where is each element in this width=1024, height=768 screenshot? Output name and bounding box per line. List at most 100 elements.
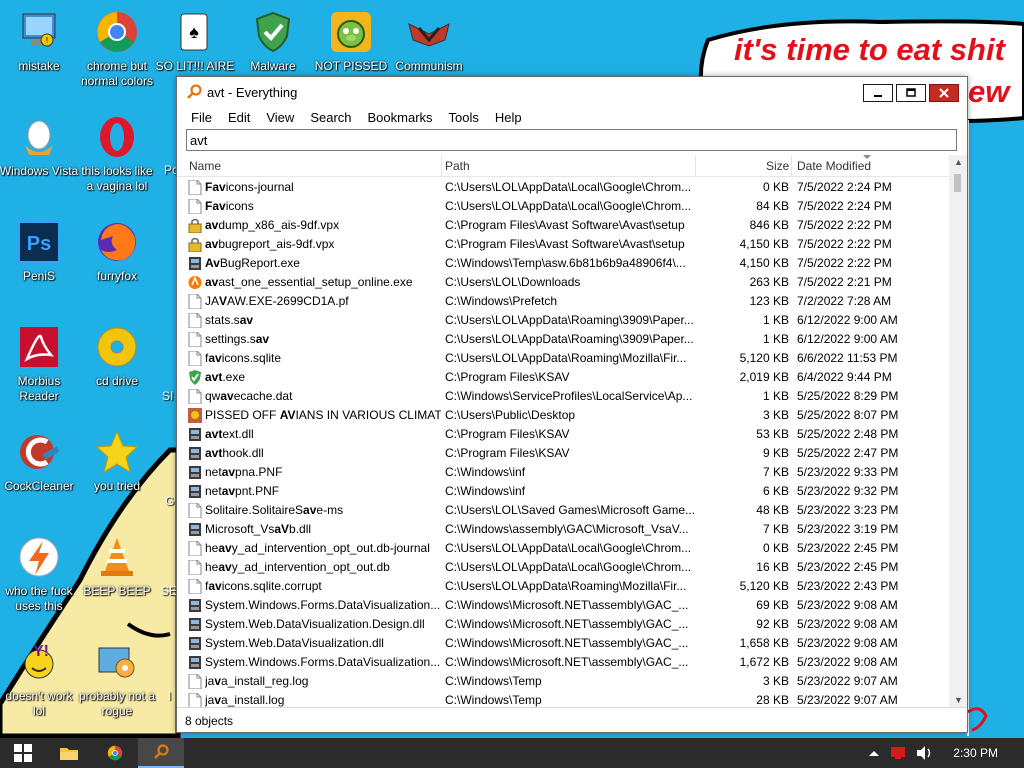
- desktop-icon-windows-vista[interactable]: Windows Vista: [0, 113, 78, 179]
- vertical-scrollbar[interactable]: ▲ ▼: [949, 155, 967, 707]
- taskbar-everything[interactable]: [138, 738, 184, 768]
- winamp-icon: [15, 533, 63, 581]
- desktop-icon-chrome[interactable]: chrome but normal colors: [78, 8, 156, 89]
- volume-icon[interactable]: [917, 746, 933, 760]
- table-row[interactable]: System.Windows.Forms.DataVisualization..…: [177, 596, 947, 615]
- menu-edit[interactable]: Edit: [220, 110, 258, 125]
- desktop-icon-communism[interactable]: Communism: [390, 8, 468, 74]
- firefox-icon: [93, 218, 141, 266]
- table-row[interactable]: JAVAW.EXE-2699CD1A.pf C:\Windows\Prefetch…: [177, 292, 947, 311]
- desktop-icon-furryfox[interactable]: furryfox: [78, 218, 156, 284]
- scroll-thumb[interactable]: [954, 174, 961, 192]
- maximize-button[interactable]: [896, 84, 926, 102]
- row-name: Favicons-journal: [205, 180, 294, 194]
- column-header-date[interactable]: Date Modified: [797, 159, 871, 173]
- menu-view[interactable]: View: [258, 110, 302, 125]
- table-row[interactable]: Favicons C:\Users\LOL\AppData\Local\Googl…: [177, 197, 947, 216]
- doc-file-icon: [188, 502, 202, 519]
- row-date: 5/23/2022 9:07 AM: [797, 693, 898, 707]
- start-button[interactable]: [0, 738, 46, 768]
- table-row[interactable]: AvBugReport.exe C:\Windows\Temp\asw.6b81b…: [177, 254, 947, 273]
- desktop-icon-doesnt-work[interactable]: Y! doesn't work lol: [0, 638, 78, 719]
- title-bar[interactable]: avt - Everything: [177, 77, 967, 107]
- row-name: favicons.sqlite.corrupt: [205, 579, 322, 593]
- menu-bookmarks[interactable]: Bookmarks: [360, 110, 441, 125]
- results-list[interactable]: Name Path Size Date Modified Favicons-jo…: [177, 155, 967, 707]
- row-name: System.Windows.Forms.DataVisualization..…: [205, 655, 441, 669]
- desktop-icon-cockcleaner[interactable]: CockCleaner: [0, 428, 78, 494]
- scroll-down-icon[interactable]: ▼: [954, 695, 963, 705]
- row-path: C:\Program Files\KSAV: [445, 446, 570, 460]
- table-row[interactable]: Favicons-journal C:\Users\LOL\AppData\Loc…: [177, 178, 947, 197]
- row-path: C:\Windows\inf: [445, 484, 526, 498]
- everything-window[interactable]: avt - Everything File Edit View Search B…: [176, 76, 968, 733]
- column-header-path[interactable]: Path: [445, 159, 470, 173]
- lock-file-icon: [188, 218, 202, 234]
- table-row[interactable]: stats.sav C:\Users\LOL\AppData\Roaming\39…: [177, 311, 947, 330]
- table-row[interactable]: netavpna.PNF C:\Windows\inf 7 KB 5/23/2022 …: [177, 463, 947, 482]
- desktop-icon-who-uses-this[interactable]: who the fuck uses this: [0, 533, 78, 614]
- row-name: avthook.dll: [205, 446, 264, 460]
- menu-search[interactable]: Search: [302, 110, 359, 125]
- row-name: heavy_ad_intervention_opt_out.db-journal: [205, 541, 430, 555]
- menu-tools[interactable]: Tools: [441, 110, 487, 125]
- close-icon: [939, 88, 949, 98]
- table-row[interactable]: avt.exe C:\Program Files\KSAV 2,019 KB 6/4/…: [177, 368, 947, 387]
- table-row[interactable]: heavy_ad_intervention_opt_out.db-journal…: [177, 539, 947, 558]
- table-row[interactable]: heavy_ad_intervention_opt_out.db C:\Users…: [177, 558, 947, 577]
- close-button[interactable]: [929, 84, 959, 102]
- doc-file-icon: [188, 198, 202, 215]
- desktop-icon-morbius-reader[interactable]: Morbius Reader: [0, 323, 78, 404]
- column-header-name[interactable]: Name: [189, 159, 221, 173]
- table-row[interactable]: favicons.sqlite.corrupt C:\Users\LOL\AppD…: [177, 577, 947, 596]
- disc-icon: [93, 323, 141, 371]
- row-path: C:\Windows\Microsoft.NET\assembly\GAC_..…: [445, 617, 689, 631]
- table-row[interactable]: avbugreport_ais-9df.vpx C:\Program Files\…: [177, 235, 947, 254]
- taskbar-chrome[interactable]: [92, 738, 138, 768]
- table-row[interactable]: System.Web.DataVisualization.Design.dll C…: [177, 615, 947, 634]
- taskbar-clock[interactable]: 2:30 PM: [953, 746, 998, 760]
- table-row[interactable]: qwavecache.dat C:\Windows\ServiceProfiles…: [177, 387, 947, 406]
- taskbar-explorer[interactable]: [46, 738, 92, 768]
- row-size: 53 KB: [756, 427, 789, 441]
- column-header-size[interactable]: Size: [766, 159, 789, 173]
- desktop-icon-beep-beep[interactable]: BEEP BEEP: [78, 533, 156, 599]
- row-size: 1,672 KB: [739, 655, 789, 669]
- desktop-icon-opera[interactable]: this looks like a vagina lol: [78, 113, 156, 194]
- desktop-icon-probably-not-a-rogue[interactable]: probably not a rogue: [78, 638, 156, 719]
- row-name: Favicons: [205, 199, 254, 213]
- table-row[interactable]: Solitaire.SolitaireSave-ms C:\Users\LOL\S…: [177, 501, 947, 520]
- svg-text:!: !: [46, 36, 48, 45]
- row-path: C:\Program Files\Avast Software\Avast\se…: [445, 237, 685, 251]
- table-row[interactable]: PISSED OFF AVIANS IN VARIOUS CLIMATE... C…: [177, 406, 947, 425]
- table-row[interactable]: settings.sav C:\Users\LOL\AppData\Roaming…: [177, 330, 947, 349]
- table-row[interactable]: java_install_reg.log C:\Windows\Temp 3 KB 5…: [177, 672, 947, 691]
- minimize-button[interactable]: [863, 84, 893, 102]
- desktop-icon-solitaire[interactable]: ♠ SO LIT!!! AIRE: [156, 8, 234, 74]
- scroll-up-icon[interactable]: ▲: [954, 157, 963, 167]
- table-row[interactable]: netavpnt.PNF C:\Windows\inf 6 KB 5/23/2022 …: [177, 482, 947, 501]
- desktop-icon-malware[interactable]: Malware: [234, 8, 312, 74]
- magnifier-icon: [154, 744, 169, 759]
- desktop-icon-cd-drive[interactable]: cd drive: [78, 323, 156, 389]
- table-row[interactable]: System.Windows.Forms.DataVisualization..…: [177, 653, 947, 672]
- table-row[interactable]: avast_one_essential_setup_online.exe C:\U…: [177, 273, 947, 292]
- tray-app-icon[interactable]: [891, 747, 906, 759]
- row-name: Solitaire.SolitaireSave-ms: [205, 503, 344, 517]
- table-row[interactable]: java_install.log C:\Windows\Temp 28 KB 5/23…: [177, 691, 947, 707]
- menu-file[interactable]: File: [183, 110, 220, 125]
- table-row[interactable]: favicons.sqlite C:\Users\LOL\AppData\Roam…: [177, 349, 947, 368]
- search-input[interactable]: [186, 129, 957, 151]
- row-date: 7/5/2022 2:22 PM: [797, 218, 892, 232]
- table-row[interactable]: avthook.dll C:\Program Files\KSAV 9 KB 5/25…: [177, 444, 947, 463]
- table-row[interactable]: avtext.dll C:\Program Files\KSAV 53 KB 5/25…: [177, 425, 947, 444]
- menu-help[interactable]: Help: [487, 110, 530, 125]
- tray-overflow-icon[interactable]: [869, 750, 880, 756]
- desktop-icon-mistake[interactable]: ! mistake: [0, 8, 78, 74]
- desktop-icon-you-tried[interactable]: you tried: [78, 428, 156, 494]
- table-row[interactable]: Microsoft_VsaVb.dll C:\Windows\assembly\G…: [177, 520, 947, 539]
- table-row[interactable]: avdump_x86_ais-9df.vpx C:\Program Files\A…: [177, 216, 947, 235]
- desktop-icon-penis[interactable]: Ps PeniS: [0, 218, 78, 284]
- table-row[interactable]: System.Web.DataVisualization.dll C:\Windo…: [177, 634, 947, 653]
- desktop-icon-not-pissed[interactable]: NOT PISSED: [312, 8, 390, 74]
